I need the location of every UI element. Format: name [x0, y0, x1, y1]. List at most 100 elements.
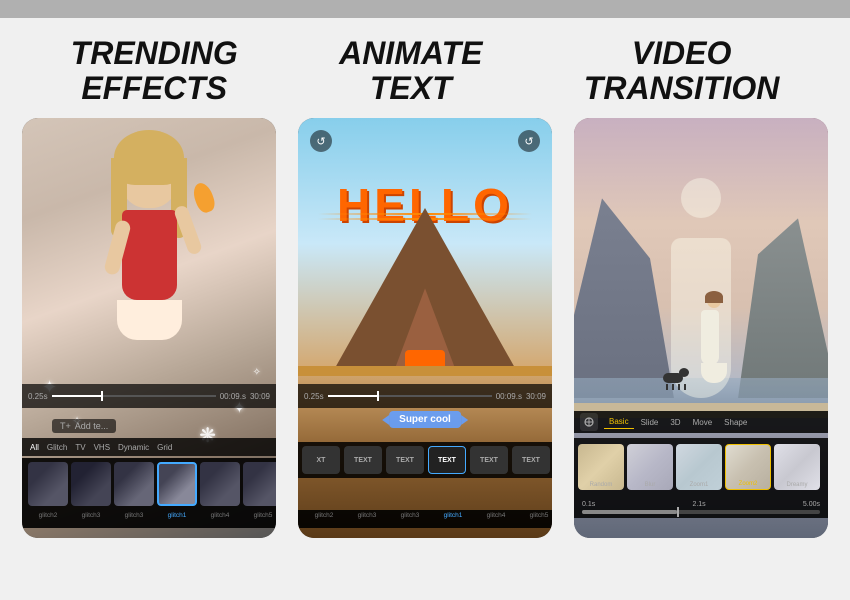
eff-thumb-zoom1[interactable]: Zoom1	[676, 444, 722, 490]
dog-leg-2	[672, 384, 674, 390]
card-video-transition[interactable]: Basic Slide 3D Move Shape Random Blur Zo…	[574, 118, 828, 538]
label2-glitch5: glitch5	[519, 512, 552, 526]
tl2-right-label: 30:09	[526, 392, 546, 401]
real-skirt	[701, 363, 727, 383]
girl-body	[122, 210, 177, 300]
tl3-bar	[582, 510, 820, 514]
tl2-thumb	[377, 391, 379, 401]
eff-thumb-dreamy[interactable]: Dreamy	[774, 444, 820, 490]
thumb-glitch1-selected[interactable]	[157, 462, 197, 506]
super-cool-label: Super cool	[399, 414, 451, 425]
label-glitch5: glitch5	[243, 512, 276, 526]
trans-tab-3d[interactable]: 3D	[665, 416, 685, 429]
card2-background: ↺ ↺ HELLO	[298, 118, 552, 538]
trans-tab-basic[interactable]: Basic	[604, 415, 634, 429]
card2-labels: glitch2 glitch3 glitch3 glitch1 glitch4 …	[298, 510, 552, 528]
filter-tab-vhs[interactable]: VHS	[94, 443, 110, 452]
tl3-filled	[582, 510, 677, 514]
ice-cream	[190, 181, 217, 215]
card3-timeline: 0.1s 2.1s 5.00s	[574, 496, 828, 518]
text-add-bar[interactable]: T+ Add te...	[52, 419, 116, 433]
desert-ground	[298, 366, 552, 376]
real-head	[707, 294, 721, 308]
text-btn-4[interactable]: TEXT	[512, 446, 550, 474]
tl-progress	[52, 395, 101, 397]
label-glitch1: glitch1	[157, 512, 197, 526]
text-btn-2[interactable]: TEXT	[386, 446, 424, 474]
filter-tab-glitch[interactable]: Glitch	[47, 443, 67, 452]
eff-thumb-blur[interactable]: Blur	[627, 444, 673, 490]
card1-labels: glitch2 glitch3 glitch3 glitch1 glitch4 …	[22, 510, 276, 528]
real-hair	[705, 291, 723, 303]
card1-timeline: 0.25s 00:09.s 30:09	[22, 384, 276, 408]
text-btn-selected[interactable]: TEXT	[428, 446, 466, 474]
thumb-glitch3b[interactable]	[114, 462, 154, 506]
ghost-head	[681, 178, 721, 218]
tl2-progress	[328, 395, 377, 397]
trans-tab-slide[interactable]: Slide	[636, 416, 664, 429]
trans-settings-icon[interactable]	[580, 413, 598, 431]
girl-arm-left	[103, 219, 132, 276]
rotate-icon-right[interactable]: ↺	[518, 130, 540, 152]
tl-line	[52, 395, 216, 397]
badge-arrow-right	[461, 415, 468, 425]
filter-tab-grid[interactable]: Grid	[157, 443, 172, 452]
text-btn-1[interactable]: TEXT	[344, 446, 382, 474]
tl-time-label: 00:09.s	[220, 392, 246, 401]
tl3-mid: 2.1s	[692, 501, 705, 508]
card-animate-text[interactable]: ↺ ↺ HELLO	[298, 118, 552, 538]
dog-figure	[663, 373, 686, 390]
thumb-glitch4[interactable]	[200, 462, 240, 506]
eff-thumb-random[interactable]: Random	[578, 444, 624, 490]
label2-glitch2: glitch2	[304, 512, 344, 526]
dog-leg-3	[678, 384, 680, 390]
card2-timeline: 0.25s 00:09.s 30:09	[298, 384, 552, 408]
tl3-left: 0.1s	[582, 501, 595, 508]
filter-tab-tv[interactable]: TV	[75, 443, 85, 452]
trans-tab-shape[interactable]: Shape	[719, 416, 752, 429]
thumb-glitch3a[interactable]	[71, 462, 111, 506]
girl-figure	[79, 138, 219, 418]
cards-row: ✦ ✧ ✦ ✧ ❋ 0.25s 00:09.s 30:09 T+	[0, 118, 850, 600]
label-glitch3b: glitch3	[114, 512, 154, 526]
label2-glitch3b: glitch3	[390, 512, 430, 526]
section-title-trending: TrendingEffects	[71, 36, 238, 106]
label-glitch4: glitch4	[200, 512, 240, 526]
dog-legs	[663, 384, 686, 390]
tl3-labels: 0.1s 2.1s 5.00s	[582, 501, 820, 508]
transition-tabs: Basic Slide 3D Move Shape	[574, 411, 828, 433]
text-btn-xt[interactable]: XT	[302, 446, 340, 474]
card-trending-effects[interactable]: ✦ ✧ ✦ ✧ ❋ 0.25s 00:09.s 30:09 T+	[22, 118, 276, 538]
real-body	[701, 310, 719, 365]
filter-tab-dynamic[interactable]: Dynamic	[118, 443, 149, 452]
card1-background: ✦ ✧ ✦ ✧ ❋ 0.25s 00:09.s 30:09 T+	[22, 118, 276, 538]
text-add-icon: T+	[60, 421, 71, 431]
tl-left-label: 0.25s	[28, 392, 48, 401]
real-figure	[701, 294, 727, 383]
dog-leg-1	[666, 384, 668, 390]
thumb-glitch5[interactable]	[243, 462, 276, 506]
text-btn-3[interactable]: TEXT	[470, 446, 508, 474]
tl2-line	[328, 395, 492, 397]
filter-tab-all[interactable]: All	[30, 443, 39, 452]
super-cool-badge[interactable]: Super cool	[389, 411, 461, 428]
girl-skirt	[117, 300, 182, 340]
sparkle-4: ✧	[253, 367, 261, 378]
card3-background: Basic Slide 3D Move Shape Random Blur Zo…	[574, 118, 828, 538]
tl2-left-label: 0.25s	[304, 392, 324, 401]
label2-glitch4: glitch4	[476, 512, 516, 526]
girl-head	[119, 138, 179, 208]
tl3-marker	[677, 507, 679, 517]
label-glitch2: glitch2	[28, 512, 68, 526]
filter-tabs: All Glitch TV VHS Dynamic Grid	[22, 438, 276, 456]
tl3-right: 5.00s	[803, 501, 820, 508]
thumb-glitch2[interactable]	[28, 462, 68, 506]
rotate-icon-left[interactable]: ↺	[310, 130, 332, 152]
tl2-time-label: 00:09.s	[496, 392, 522, 401]
label2-glitch1: glitch1	[433, 512, 473, 526]
top-bar	[0, 0, 850, 18]
badge-arrow-left	[382, 415, 389, 425]
eff-thumb-zoom2-selected[interactable]: Zoom2	[725, 444, 771, 490]
trans-tab-move[interactable]: Move	[688, 416, 718, 429]
tl-right-label: 30:09	[250, 392, 270, 401]
